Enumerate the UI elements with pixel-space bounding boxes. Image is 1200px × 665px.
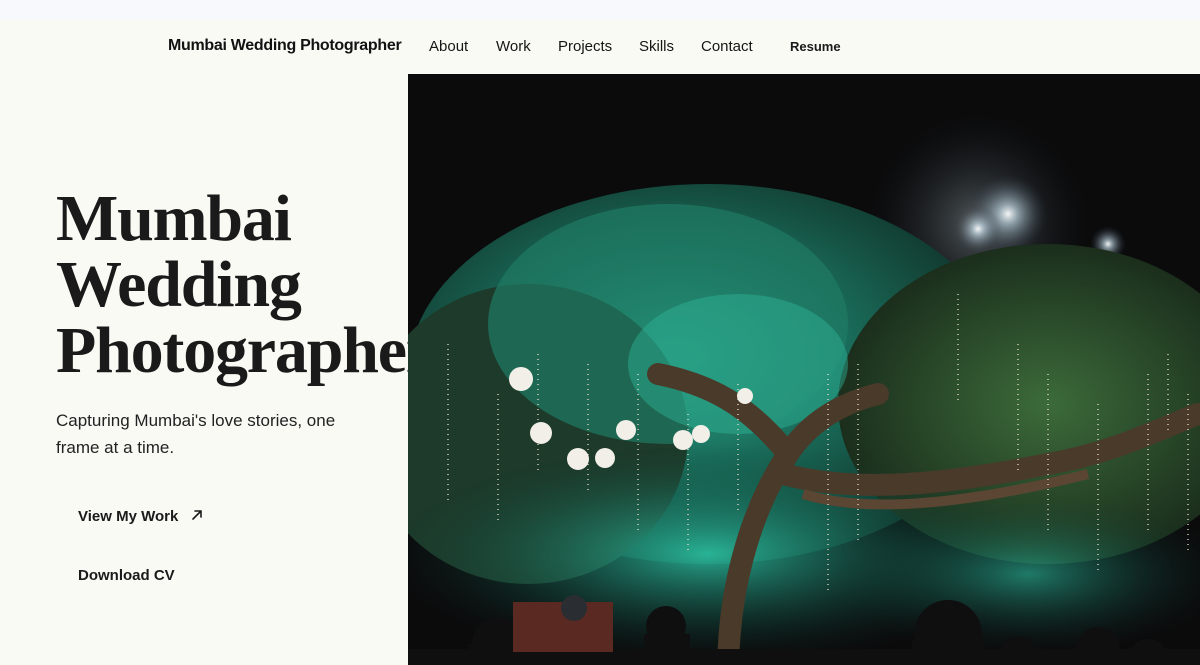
hero-title: Mumbai Wedding Photographer	[56, 186, 435, 384]
hero-subtitle: Capturing Mumbai's love stories, one fra…	[56, 411, 336, 457]
hero-image	[408, 74, 1200, 665]
nav-contact-link[interactable]: Contact	[701, 38, 753, 55]
nav-skills-link[interactable]: Skills	[639, 38, 674, 55]
download-cv-button[interactable]: Download CV	[78, 567, 175, 584]
hero-photo-illustration	[408, 74, 1200, 665]
nav-projects-link[interactable]: Projects	[558, 38, 612, 55]
nav-about-link[interactable]: About	[429, 38, 468, 55]
resume-link[interactable]: Resume	[790, 39, 841, 54]
arrow-up-right-icon	[192, 510, 203, 520]
brand-logo-link[interactable]: Mumbai Wedding Photographer	[168, 37, 402, 55]
hero-title-line: Wedding	[56, 248, 302, 321]
view-my-work-button[interactable]: View My Work	[78, 508, 204, 525]
nav-work-link[interactable]: Work	[496, 38, 531, 55]
hero-title-line: Mumbai	[56, 182, 292, 255]
view-my-work-label: View My Work	[78, 508, 179, 525]
top-strip	[0, 0, 1200, 20]
site-header: Mumbai Wedding Photographer About Work P…	[0, 20, 1200, 74]
hero-title-line: Photographer	[56, 314, 435, 387]
